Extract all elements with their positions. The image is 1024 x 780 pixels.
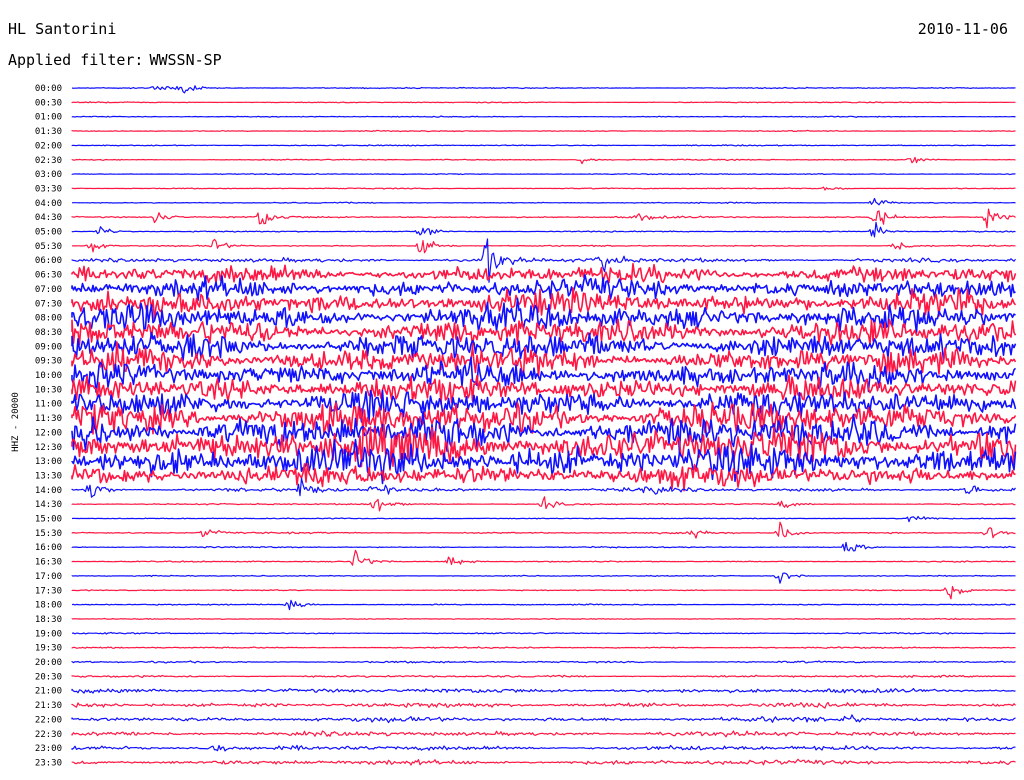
time-label: 18:30 [35,615,62,625]
trace-row [71,701,1016,709]
time-label: 17:00 [35,572,62,582]
helicorder-plot: 00:00 00:30 01:00 01:30 02:00 02:30 03:00 03:30… [35,84,1017,768]
trace-row [71,144,1016,147]
time-label: 12:00 [35,428,62,438]
trace-row [71,186,1016,191]
time-label: 08:00 [35,314,62,324]
time-label: 21:00 [35,687,62,697]
trace-row [71,521,1016,539]
time-label: 13:30 [35,471,62,481]
time-label: 16:30 [35,558,62,568]
trace-row [71,549,1016,566]
trace-row [71,173,1016,176]
trace-row [71,401,1017,436]
time-label: 11:30 [35,414,62,424]
time-label: 20:30 [35,672,62,682]
time-label: 00:00 [35,84,62,94]
trace-row [71,115,1016,118]
trace-row [71,129,1016,133]
time-label: 23:30 [35,758,62,768]
time-label: 12:30 [35,443,62,453]
time-label: 04:30 [35,213,62,223]
time-label: 21:30 [35,701,62,711]
time-label: 01:00 [35,113,62,123]
time-label: 11:00 [35,400,62,410]
trace-row [71,585,1016,600]
trace-row [71,572,1016,584]
time-label: 15:00 [35,515,62,525]
trace-row [71,688,1016,694]
time-label: 02:30 [35,156,62,166]
time-label: 14:30 [35,500,62,510]
time-label: 00:30 [35,98,62,108]
time-label: 16:00 [35,543,62,553]
trace-row [71,617,1016,621]
trace-row [71,156,1016,165]
time-label: 05:00 [35,228,62,238]
trace-row [71,262,1017,284]
trace-row [71,599,1016,611]
time-label: 03:00 [35,170,62,180]
time-label: 20:00 [35,658,62,668]
time-label: 02:00 [35,141,62,151]
trace-row [71,477,1016,498]
trace-row [71,462,1016,492]
time-label: 19:00 [35,629,62,639]
trace-row [71,197,1016,206]
time-label: 18:00 [35,601,62,611]
time-label: 09:30 [35,357,62,367]
time-label: 04:00 [35,199,62,209]
time-label: 17:30 [35,586,62,596]
trace-row [71,101,1016,104]
time-label: 10:30 [35,385,62,395]
trace-row [71,208,1016,229]
time-label: 10:00 [35,371,62,381]
time-label: 19:30 [35,644,62,654]
trace-row [71,631,1016,635]
trace-row [71,744,1016,752]
trace-row [71,85,1016,94]
time-label-layer: 00:00 00:30 01:00 01:30 02:00 02:30 03:00 03:30… [35,84,62,768]
trace-layer [71,85,1017,766]
time-label: 01:30 [35,127,62,137]
trace-row [71,660,1016,664]
time-label: 06:00 [35,256,62,266]
trace-row [71,674,1016,678]
time-label: 09:00 [35,342,62,352]
trace-row [71,238,1016,254]
time-label: 08:30 [35,328,62,338]
trace-row [71,515,1016,523]
trace-row [71,221,1016,238]
time-label: 22:00 [35,715,62,725]
trace-row [71,646,1016,649]
time-label: 07:00 [35,285,62,295]
time-label: 05:30 [35,242,62,252]
time-label: 23:00 [35,744,62,754]
time-label: 06:30 [35,271,62,281]
trace-row [71,758,1016,766]
time-label: 13:00 [35,457,62,467]
trace-row [71,714,1016,724]
time-label: 07:30 [35,299,62,309]
time-label: 22:30 [35,730,62,740]
time-label: 15:30 [35,529,62,539]
trace-row [71,730,1016,738]
trace-row [71,496,1016,512]
time-label: 14:00 [35,486,62,496]
trace-row [71,541,1016,552]
time-label: 03:30 [35,184,62,194]
